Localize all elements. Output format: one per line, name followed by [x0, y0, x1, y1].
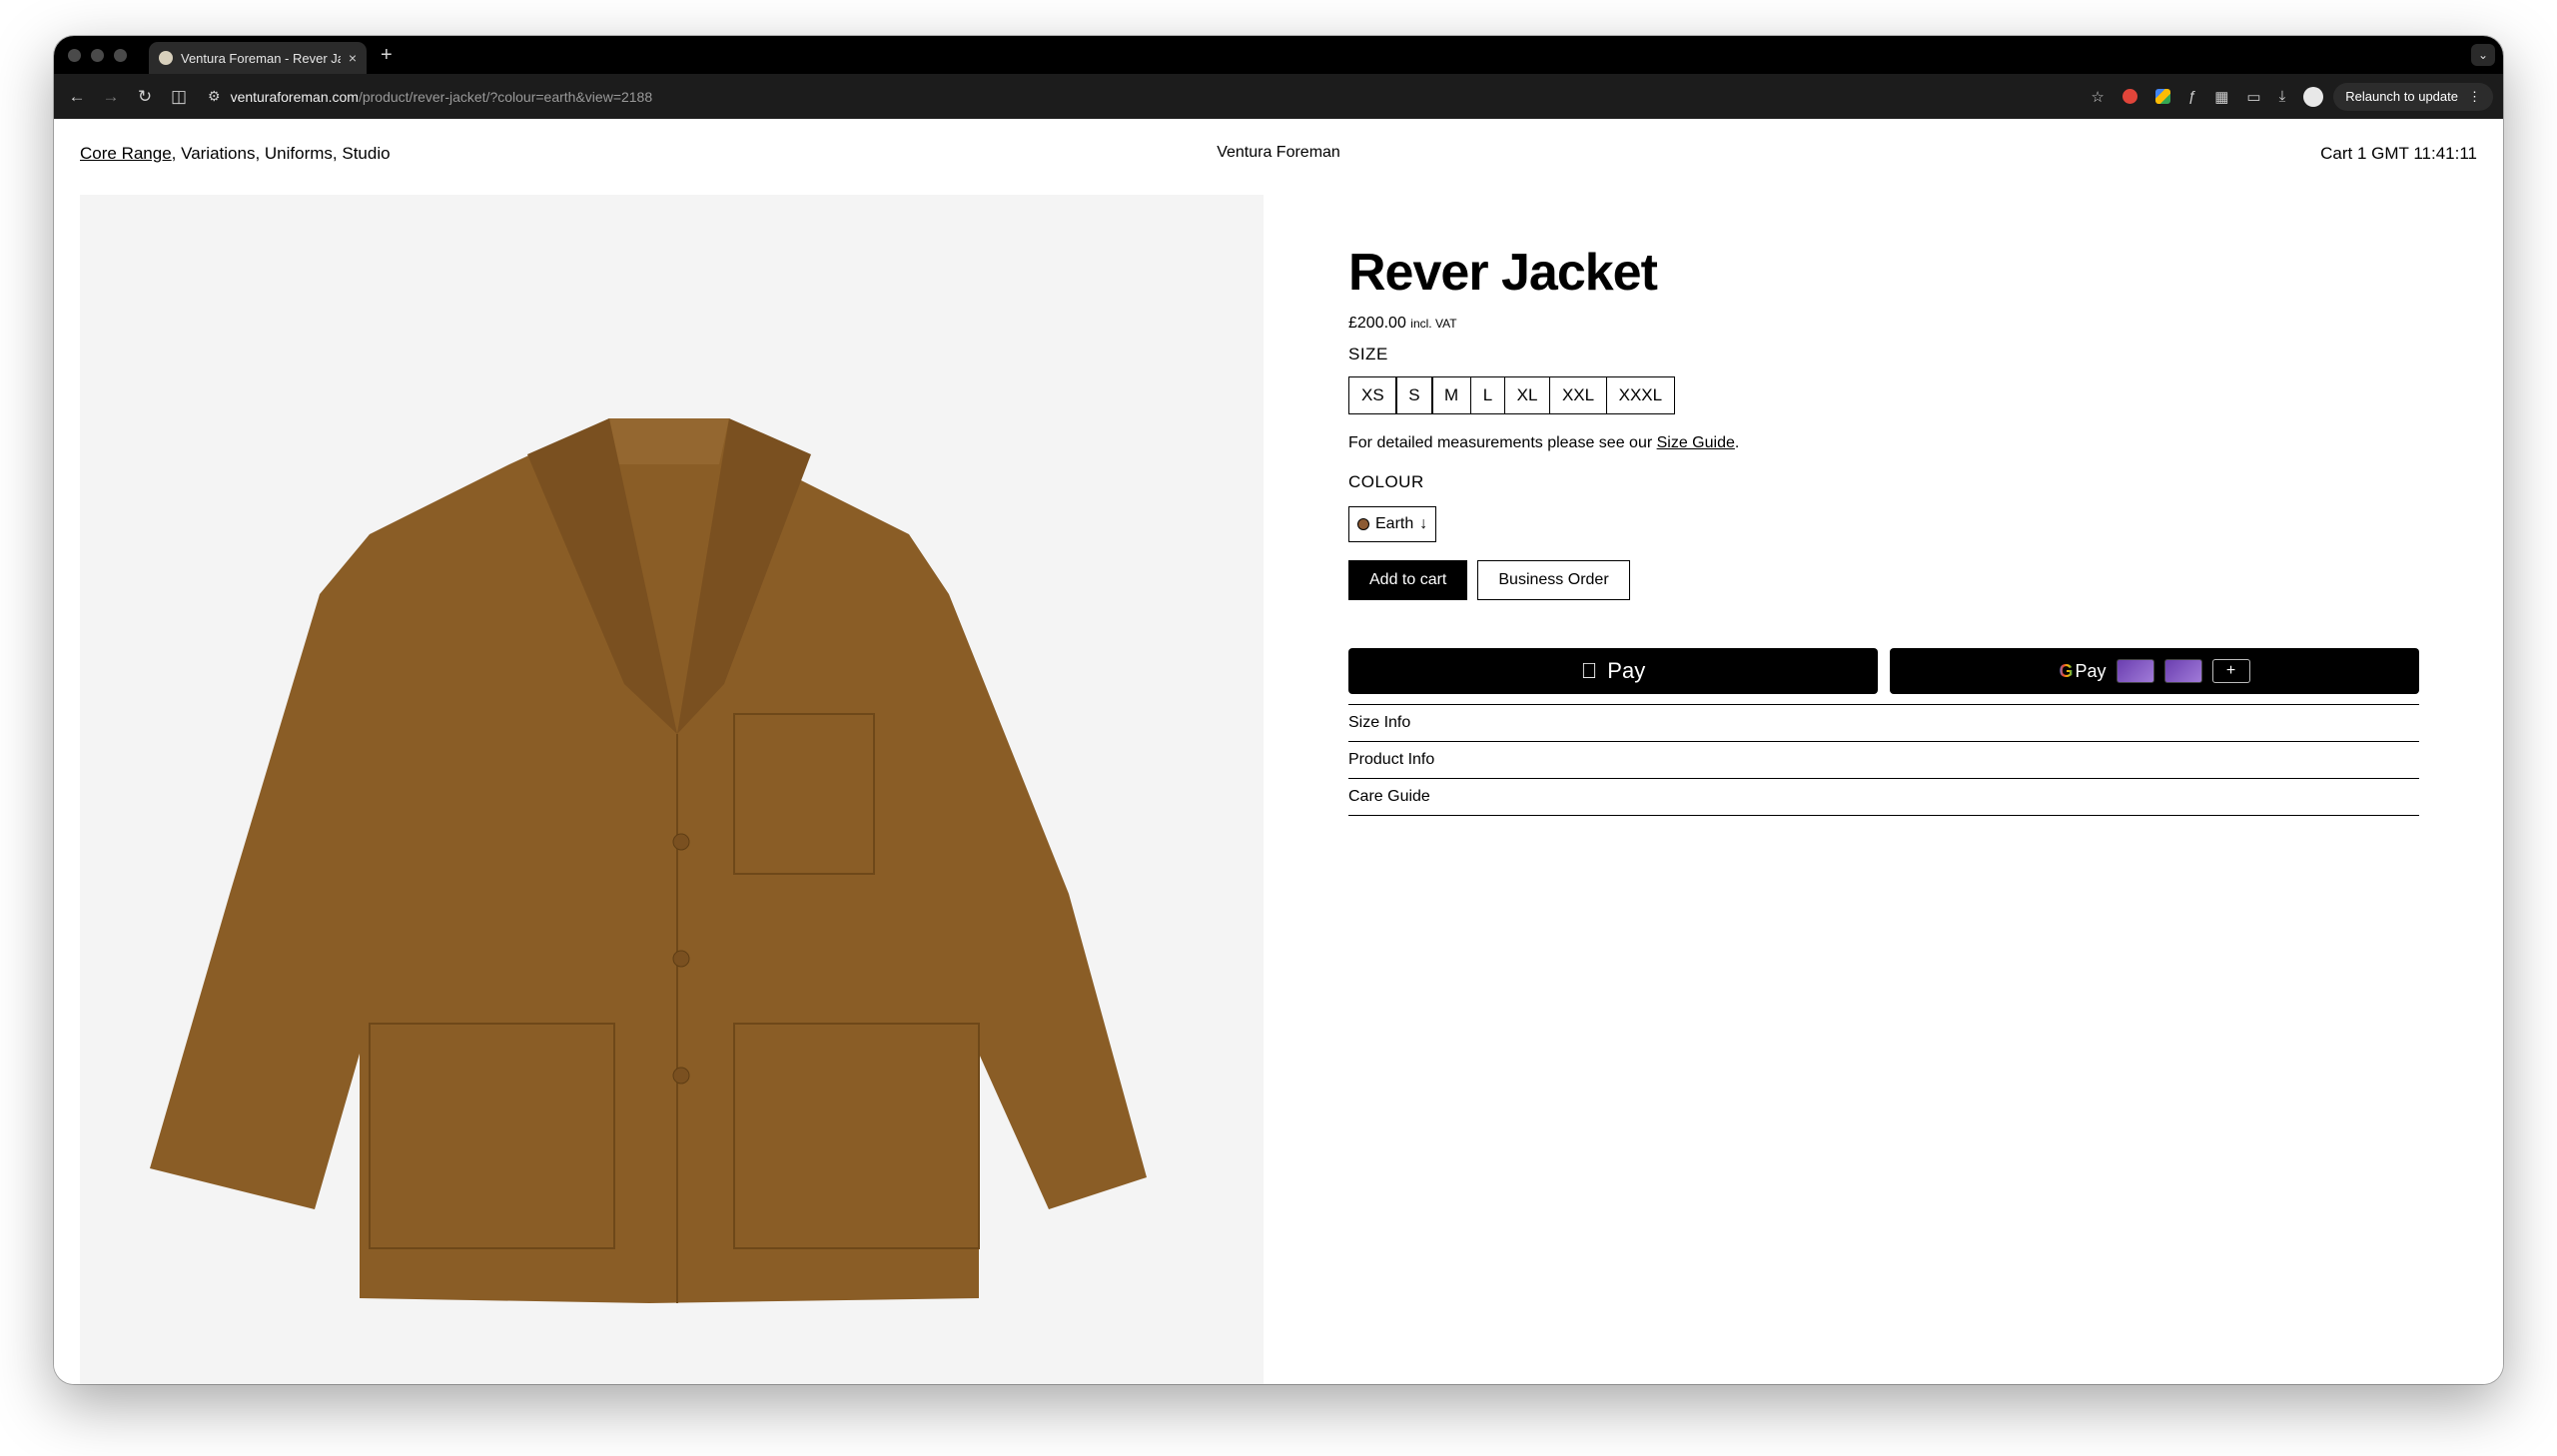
favicon-icon [159, 51, 173, 65]
tab-search-button[interactable]: ⌄ [2471, 44, 2495, 66]
google-pay-label: Pay [2075, 660, 2107, 681]
product-accordion: Size Info Product Info Care Guide [1348, 704, 2419, 816]
bookmark-star-icon[interactable]: ☆ [2091, 88, 2104, 106]
zoom-window-button[interactable] [114, 48, 127, 62]
extension-red-icon[interactable] [2122, 89, 2137, 104]
measurement-note: For detailed measurements please see our… [1348, 434, 2419, 452]
extension-font-icon[interactable]: ƒ [2188, 88, 2196, 105]
colour-label: COLOUR [1348, 472, 1424, 491]
window-controls [68, 48, 127, 62]
business-order-button[interactable]: Business Order [1477, 560, 1630, 600]
accordion-product-info[interactable]: Product Info [1348, 742, 2419, 779]
browser-window: Ventura Foreman - Rever Jacket × + ⌄ ← →… [54, 36, 2503, 1384]
address-bar[interactable]: ⚙ venturaforeman.com/product/rever-jacke… [202, 81, 2082, 112]
product-price: £200.00 incl. VAT [1348, 315, 2419, 333]
tab-close-icon[interactable]: × [349, 50, 357, 66]
express-pay:  Pay GPay + [1348, 648, 2419, 694]
web-page: Core Range, Variations, Uniforms, Studio… [54, 119, 2503, 1384]
extensions-puzzle-icon[interactable]: ▦ [2214, 88, 2228, 106]
add-card-icon: + [2211, 659, 2250, 683]
cart-and-clock[interactable]: Cart 1 GMT 11:41:11 [2320, 144, 2477, 164]
reload-button[interactable]: ↻ [128, 87, 162, 107]
url-host: venturaforeman.com [230, 88, 359, 105]
jacket-illustration [150, 418, 1147, 1303]
size-option[interactable]: M [1431, 376, 1472, 414]
tab-strip: Ventura Foreman - Rever Jacket × + ⌄ [54, 36, 2503, 74]
colour-value: Earth [1375, 515, 1414, 532]
size-option[interactable]: XXL [1548, 376, 1608, 414]
colour-select[interactable]: Earth ↓ [1348, 506, 1437, 542]
extension-drive-icon[interactable] [2154, 89, 2170, 104]
new-tab-button[interactable]: + [381, 44, 393, 67]
profile-avatar-icon[interactable] [2303, 86, 2324, 107]
google-g-icon: G [2059, 660, 2074, 681]
saved-card-icon [2116, 659, 2154, 683]
size-option[interactable]: L [1469, 376, 1506, 414]
back-button[interactable]: ← [60, 87, 94, 107]
product-image [80, 195, 1264, 1384]
google-pay-button[interactable]: G Pay + [1890, 648, 2419, 694]
cart-actions: Add to cart Business Order [1348, 560, 2419, 600]
url-path: /product/rever-jacket/?colour=earth&view… [358, 88, 653, 105]
apple-logo-icon:  [1581, 658, 1598, 684]
google-pay-logo: G Pay [2059, 661, 2106, 682]
arrow-down-icon: ↓ [1419, 515, 1428, 532]
accordion-size-info[interactable]: Size Info [1348, 705, 2419, 742]
kebab-menu-icon: ⋮ [2468, 88, 2481, 104]
price-value: £200.00 [1348, 315, 1406, 332]
download-icon[interactable]: ⤓ [2279, 88, 2286, 105]
measurement-note-text: For detailed measurements please see our [1348, 434, 1657, 451]
active-tab[interactable]: Ventura Foreman - Rever Jacket × [149, 42, 367, 74]
close-window-button[interactable] [68, 48, 81, 62]
size-guide-link[interactable]: Size Guide [1657, 434, 1735, 451]
accordion-care-guide[interactable]: Care Guide [1348, 779, 2419, 816]
product-title: Rever Jacket [1348, 244, 1658, 302]
chevron-down-icon: ⌄ [2477, 48, 2489, 62]
site-brand[interactable]: Ventura Foreman [54, 144, 2503, 162]
colour-swatch [1357, 518, 1369, 530]
side-panel-button[interactable]: ◫ [162, 87, 196, 107]
saved-card-icon [2163, 659, 2202, 683]
price-vat: incl. VAT [1410, 317, 1457, 331]
url-text[interactable]: venturaforeman.com/product/rever-jacket/… [231, 89, 653, 105]
site-settings-icon[interactable]: ⚙ [208, 88, 221, 105]
apple-pay-label: Pay [1599, 658, 1645, 683]
relaunch-button[interactable]: Relaunch to update ⋮ [2333, 82, 2493, 111]
apple-pay-button[interactable]:  Pay [1348, 648, 1878, 694]
product-info: Rever Jacket £200.00 incl. VAT SIZE XS S… [1348, 247, 2419, 816]
cast-icon[interactable]: ▭ [2246, 88, 2260, 106]
size-option[interactable]: XS [1348, 376, 1397, 414]
size-selector: XS S M L XL XXL XXXL [1348, 376, 2419, 414]
size-label: SIZE [1348, 345, 1388, 364]
toolbar-icons: ☆ ƒ ▦ ▭ ⤓ [2091, 86, 2324, 107]
relaunch-label: Relaunch to update [2345, 89, 2458, 104]
jacket-shape [150, 418, 1147, 1303]
measurement-note-end: . [1734, 434, 1740, 451]
desktop: Ventura Foreman - Rever Jacket × + ⌄ ← →… [0, 0, 2557, 1456]
size-option[interactable]: S [1395, 376, 1433, 414]
size-option[interactable]: XXXL [1605, 376, 1676, 414]
tab-title: Ventura Foreman - Rever Jacket [181, 50, 341, 66]
forward-button[interactable]: → [94, 87, 128, 107]
add-to-cart-button[interactable]: Add to cart [1348, 560, 1468, 600]
size-option[interactable]: XL [1503, 376, 1551, 414]
browser-toolbar: ← → ↻ ◫ ⚙ venturaforeman.com/product/rev… [54, 74, 2503, 119]
minimize-window-button[interactable] [91, 48, 104, 62]
